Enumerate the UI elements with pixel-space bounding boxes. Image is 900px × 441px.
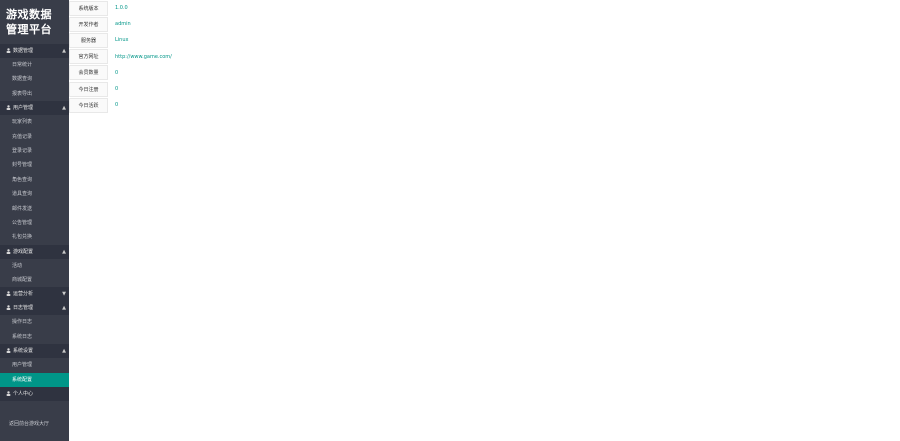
sidebar-item[interactable]: 礼包兑换 <box>0 230 69 245</box>
chevron-up-icon: ▲ <box>62 348 66 355</box>
menu-group-icon <box>6 388 11 397</box>
sidebar-item[interactable]: 邮件发送 <box>0 201 69 216</box>
sidebar-section-label: 系统设置 <box>13 348 34 355</box>
system-info-panel: 系统版本 1.0.0 开发作者 admin 服务器 Linux 官方网址 http://www… <box>69 0 172 113</box>
sidebar-item[interactable]: 报表导出 <box>0 86 69 102</box>
sidebar-item[interactable]: 系统日志 <box>0 329 69 345</box>
info-value: 0 <box>115 69 119 76</box>
sidebar-section[interactable]: 个人中心 <box>0 387 69 402</box>
info-value: 0 <box>115 102 119 109</box>
chevron-up-icon: ▲ <box>62 48 66 54</box>
info-value: admin <box>115 21 131 28</box>
sidebar-item[interactable]: 商城配置 <box>0 273 69 288</box>
sidebar-item[interactable]: 玩家列表 <box>0 115 69 130</box>
app-title-line1: 游戏数据 <box>6 8 52 21</box>
sidebar-section[interactable]: 系统设置 ▲ <box>0 344 69 359</box>
sidebar-section-label: 运营分析 <box>13 291 34 298</box>
table-row: 开发作者 admin <box>69 16 172 32</box>
sidebar-item[interactable]: 活动 <box>0 258 69 274</box>
info-value: http://www.game.com/ <box>115 53 172 60</box>
info-label: 今日活跃 <box>69 97 108 113</box>
menu-group-icon <box>6 345 11 354</box>
table-row: 官方网址 http://www.game.com/ <box>69 49 172 65</box>
info-value: 1.0.0 <box>115 5 128 12</box>
menu-group-icon <box>6 246 11 254</box>
info-label: 开发作者 <box>69 16 108 32</box>
sidebar-item[interactable]: 数据查询 <box>0 72 69 87</box>
chevron-up-icon: ▲ <box>62 105 66 112</box>
info-value: 0 <box>115 86 119 93</box>
table-row: 今日活跃 0 <box>69 97 172 113</box>
sidebar-section-label: 用户管理 <box>13 105 34 112</box>
app-logo: 游戏数据 管理平台 <box>0 0 69 44</box>
info-label: 会员数量 <box>69 65 108 81</box>
info-label: 系统版本 <box>69 0 108 16</box>
info-label: 官方网址 <box>69 49 108 65</box>
sidebar-section[interactable]: 数据管理 ▲ <box>0 44 69 58</box>
table-row: 今日注册 0 <box>69 81 172 97</box>
sidebar: 游戏数据 管理平台 数据管理 ▲ 日常统计 数据查询 报表导出用户管理 ▲ 玩家列表 充值记录… <box>0 0 69 441</box>
sidebar-item[interactable]: 公告管理 <box>0 215 69 231</box>
sidebar-nav: 数据管理 ▲ 日常统计 数据查询 报表导出用户管理 ▲ 玩家列表 充值记录 登录记录 封号管理 角色… <box>0 44 69 402</box>
sidebar-item[interactable]: 操作日志 <box>0 315 69 330</box>
sidebar-section-label: 游戏配置 <box>13 248 34 255</box>
menu-group-icon <box>6 102 11 111</box>
sidebar-item[interactable]: 充值记录 <box>0 129 69 144</box>
table-row: 系统版本 1.0.0 <box>69 0 172 16</box>
table-row: 会员数量 0 <box>69 65 172 81</box>
app-title-line2: 管理平台 <box>6 23 52 36</box>
menu-group-icon <box>6 288 11 297</box>
back-to-frontend-link[interactable]: 返回前台游戏大厅 <box>9 420 49 427</box>
sidebar-item[interactable]: 封号管理 <box>0 158 69 173</box>
sidebar-item[interactable]: 系统配置 <box>0 372 69 388</box>
sidebar-section-label: 个人中心 <box>13 391 34 398</box>
info-label: 今日注册 <box>69 81 108 97</box>
sidebar-item[interactable]: 用户管理 <box>0 358 69 373</box>
sidebar-section[interactable]: 运营分析 ▼ <box>0 287 69 302</box>
sidebar-item[interactable]: 角色查询 <box>0 172 69 188</box>
sidebar-item[interactable]: 登录记录 <box>0 143 69 159</box>
info-value: Linux <box>115 37 129 44</box>
sidebar-item[interactable]: 日常统计 <box>0 58 69 73</box>
info-label: 服务器 <box>69 32 108 48</box>
menu-group-icon <box>6 302 11 311</box>
chevron-up-icon: ▲ <box>62 305 66 312</box>
sidebar-section[interactable]: 游戏配置 ▲ <box>0 244 69 259</box>
chevron-up-icon: ▲ <box>62 248 66 255</box>
table-row: 服务器 Linux <box>69 32 172 48</box>
sidebar-section[interactable]: 日志管理 ▲ <box>0 301 69 316</box>
sidebar-item[interactable]: 道具查询 <box>0 187 69 202</box>
sidebar-section-label: 数据管理 <box>13 48 34 54</box>
sidebar-section[interactable]: 用户管理 ▲ <box>0 101 69 116</box>
menu-group-icon <box>6 45 11 53</box>
sidebar-section-label: 日志管理 <box>13 305 34 312</box>
chevron-down-icon: ▼ <box>62 291 66 298</box>
